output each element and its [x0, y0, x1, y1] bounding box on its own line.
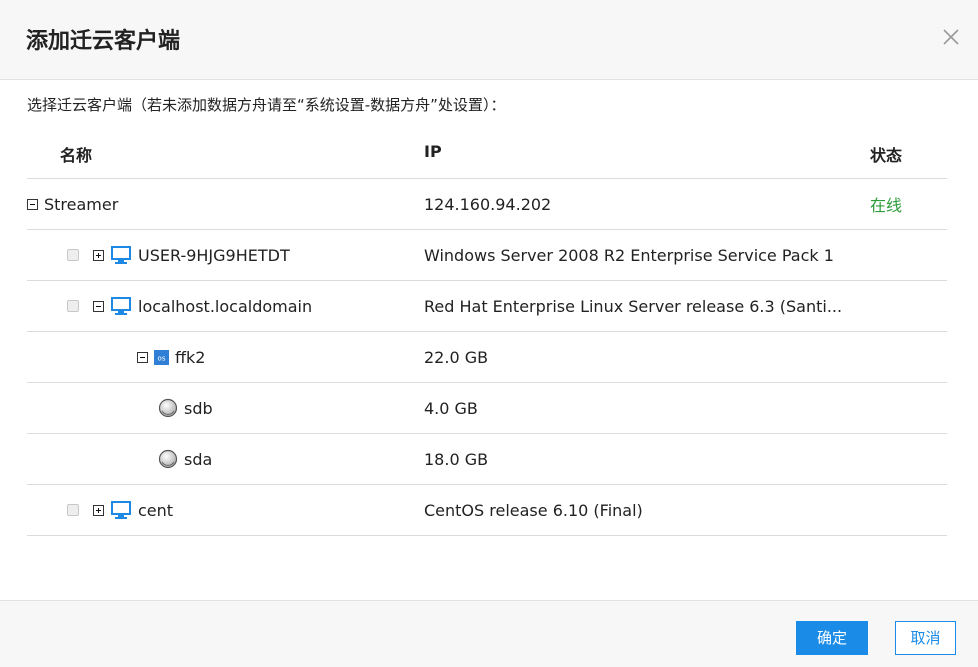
node-info: CentOS release 6.10 (Final) — [424, 500, 643, 520]
node-label: sdb — [184, 398, 213, 418]
node-label: ffk2 — [175, 347, 206, 367]
node-info: 18.0 GB — [424, 449, 489, 469]
dialog-footer: 确定 取消 — [0, 600, 978, 667]
close-button[interactable] — [936, 22, 966, 52]
select-checkbox[interactable] — [67, 504, 79, 516]
node-label: USER-9HJG9HETDT — [138, 245, 290, 265]
table-row: sda 18.0 GB — [27, 434, 947, 485]
column-header-name: 名称 — [60, 146, 93, 165]
tree-node-streamer: Streamer — [27, 179, 118, 229]
node-label: Streamer — [44, 194, 119, 214]
node-info: 124.160.94.202 — [424, 194, 552, 214]
table-row: USER-9HJG9HETDT Windows Server 2008 R2 E… — [27, 230, 947, 281]
node-label: cent — [138, 500, 174, 520]
cancel-button[interactable]: 取消 — [895, 621, 956, 655]
table-row: Streamer 124.160.94.202 在线 — [27, 179, 947, 230]
status-online: 在线 — [870, 196, 903, 215]
collapse-toggle-icon[interactable] — [93, 300, 104, 312]
dialog-title: 添加迁云客户端 — [26, 29, 181, 54]
select-checkbox[interactable] — [67, 300, 79, 312]
node-info: Windows Server 2008 R2 Enterprise Servic… — [424, 245, 834, 265]
tree-node-sdb: sdb — [158, 383, 213, 433]
tree-node-sda: sda — [158, 434, 212, 484]
table-row: cent CentOS release 6.10 (Final) — [27, 485, 947, 536]
table-row: os ffk2 22.0 GB — [27, 332, 947, 383]
add-migration-client-dialog: 添加迁云客户端 选择迁云客户端（若未添加数据方舟请至“系统设置-数据方舟”处设置… — [0, 0, 978, 667]
collapse-toggle-icon[interactable] — [137, 351, 148, 363]
tree-node-user-9hjg9hetdt: USER-9HJG9HETDT — [67, 230, 290, 280]
node-label: sda — [184, 449, 213, 469]
table-row: localhost.localdomain Red Hat Enterprise… — [27, 281, 947, 332]
node-info: 4.0 GB — [424, 398, 478, 418]
os-icon: os — [154, 349, 169, 365]
disk-icon — [158, 398, 178, 418]
column-header-ip: IP — [424, 142, 442, 161]
disk-icon — [158, 449, 178, 469]
node-info: 22.0 GB — [424, 347, 489, 367]
dialog-header: 添加迁云客户端 — [0, 0, 978, 80]
table-row: sdb 4.0 GB — [27, 383, 947, 434]
column-header-status: 状态 — [870, 146, 903, 165]
expand-toggle-icon[interactable] — [93, 249, 104, 261]
instruction-text: 选择迁云客户端（若未添加数据方舟请至“系统设置-数据方舟”处设置）： — [27, 96, 506, 114]
confirm-button[interactable]: 确定 — [796, 621, 868, 655]
close-icon — [943, 29, 959, 45]
node-info: Red Hat Enterprise Linux Server release … — [424, 296, 843, 316]
client-tree-table: 名称 IP 状态 Streamer 124.160.94.202 在线 USER… — [27, 128, 947, 536]
svg-text:os: os — [158, 354, 166, 362]
monitor-icon — [111, 501, 131, 519]
tree-node-ffk2: os ffk2 — [137, 332, 205, 382]
tree-node-cent: cent — [67, 485, 173, 535]
table-header: 名称 IP 状态 — [27, 128, 947, 179]
select-checkbox[interactable] — [67, 249, 79, 261]
node-label: localhost.localdomain — [138, 296, 313, 316]
collapse-toggle-icon[interactable] — [27, 198, 38, 210]
expand-toggle-icon[interactable] — [93, 504, 104, 516]
tree-node-localhost: localhost.localdomain — [67, 281, 312, 331]
monitor-icon — [111, 246, 131, 264]
monitor-icon — [111, 297, 131, 315]
